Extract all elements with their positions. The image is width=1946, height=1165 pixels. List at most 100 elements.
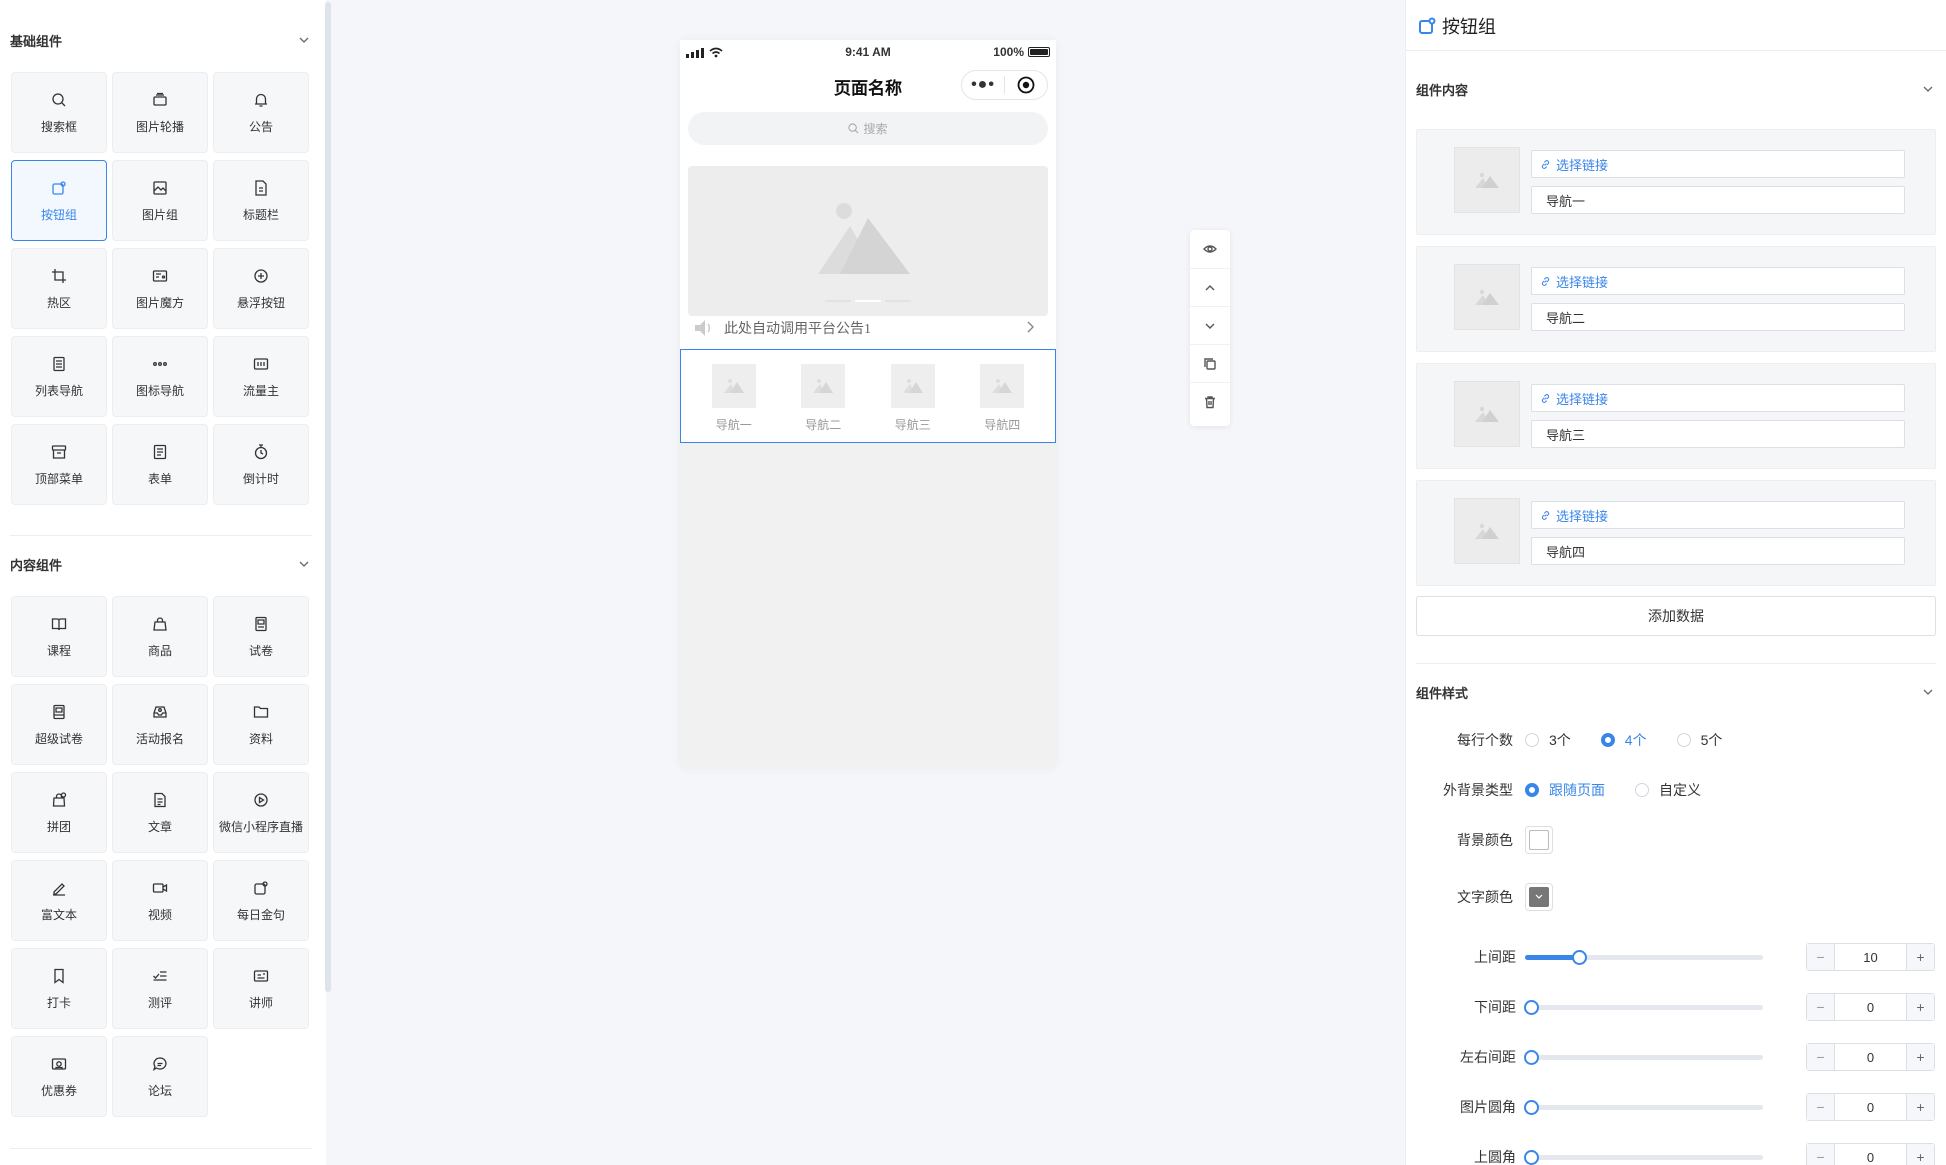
image-upload[interactable]	[1454, 264, 1520, 330]
component-tile[interactable]: 视频	[112, 860, 208, 941]
component-tile[interactable]: 试卷	[213, 596, 309, 677]
slider-handle[interactable]	[1524, 1000, 1539, 1015]
component-tile[interactable]: 打卡	[11, 948, 107, 1029]
preview-button[interactable]	[1190, 230, 1230, 268]
increase-button[interactable]: +	[1906, 1044, 1934, 1070]
style-section-header[interactable]: 组件样式	[1416, 677, 1934, 707]
select-link-button[interactable]: 选择链接	[1531, 150, 1905, 178]
nav-name-input[interactable]: 导航二	[1531, 303, 1905, 331]
decrease-button[interactable]: −	[1807, 1094, 1835, 1120]
radio-circle[interactable]	[1676, 733, 1691, 747]
component-tile[interactable]: 微信小程序直播	[213, 772, 309, 853]
radio-circle[interactable]	[1525, 733, 1539, 747]
slider[interactable]	[1525, 950, 1763, 965]
component-tile[interactable]: 拼团	[11, 772, 107, 853]
image-upload[interactable]	[1454, 381, 1520, 447]
image-upload[interactable]	[1454, 147, 1520, 213]
button-group-preview[interactable]: 导航一 导航二 导航三 导航四	[680, 349, 1056, 443]
mini-program-capsule[interactable]: •●•	[961, 70, 1048, 100]
slider[interactable]	[1524, 1000, 1763, 1015]
component-tile[interactable]: 图片组	[112, 160, 208, 241]
component-tile[interactable]: 搜索框	[11, 72, 107, 153]
component-tile[interactable]: 论坛	[112, 1036, 208, 1117]
basic-components-header[interactable]: 基础组件	[10, 25, 310, 55]
nav-item[interactable]: 导航四	[967, 364, 1037, 442]
component-tile[interactable]: 悬浮按钮	[213, 248, 309, 329]
component-tile[interactable]: 倒计时	[213, 424, 309, 505]
component-tile[interactable]: 公告	[213, 72, 309, 153]
slider-handle[interactable]	[1524, 1100, 1539, 1115]
nav-name-input[interactable]: 导航一	[1531, 186, 1905, 214]
content-section-header[interactable]: 组件内容	[1416, 74, 1934, 104]
component-tile[interactable]: 文章	[112, 772, 208, 853]
increase-button[interactable]: +	[1906, 1144, 1934, 1165]
component-tile[interactable]: 测评	[112, 948, 208, 1029]
component-tile[interactable]: 标题栏	[213, 160, 309, 241]
stepper-value[interactable]: 10	[1835, 950, 1906, 965]
select-link-button[interactable]: 选择链接	[1531, 384, 1905, 412]
component-tile[interactable]: 图片魔方	[112, 248, 208, 329]
component-tile[interactable]: 表单	[112, 424, 208, 505]
stepper-value[interactable]: 0	[1835, 1150, 1906, 1165]
select-link-button[interactable]: 选择链接	[1531, 501, 1905, 529]
slider[interactable]	[1524, 1100, 1763, 1115]
content-components-header[interactable]: 内容组件	[10, 549, 310, 579]
component-tile[interactable]: 商品	[112, 596, 208, 677]
more-dots-icon[interactable]: •●•	[962, 76, 1004, 94]
increase-button[interactable]: +	[1906, 944, 1934, 970]
component-tile[interactable]: 优惠券	[11, 1036, 107, 1117]
decrease-button[interactable]: −	[1807, 1144, 1835, 1165]
delete-button[interactable]	[1190, 382, 1230, 420]
nav-item[interactable]: 导航三	[878, 364, 948, 442]
text-color-picker[interactable]	[1525, 883, 1553, 911]
slider[interactable]	[1524, 1150, 1763, 1165]
component-tile[interactable]: 图标导航	[112, 336, 208, 417]
component-tile[interactable]: 按钮组	[11, 160, 107, 241]
per-row-radio[interactable]: 5个	[1676, 730, 1722, 750]
bg-color-picker[interactable]	[1525, 826, 1553, 854]
add-data-button[interactable]: 添加数据	[1416, 596, 1936, 636]
increase-button[interactable]: +	[1906, 1094, 1934, 1120]
component-tile[interactable]: 富文本	[11, 860, 107, 941]
component-tile[interactable]: 每日金句	[213, 860, 309, 941]
slider-handle[interactable]	[1524, 1050, 1539, 1065]
radio-circle[interactable]	[1600, 733, 1615, 747]
component-tile[interactable]: 讲师	[213, 948, 309, 1029]
search-bar-preview[interactable]: 搜索	[688, 112, 1048, 145]
component-tile[interactable]: 活动报名	[112, 684, 208, 765]
nav-name-input[interactable]: 导航三	[1531, 420, 1905, 448]
slider-handle[interactable]	[1524, 1150, 1539, 1165]
left-scrollbar[interactable]	[325, 2, 331, 992]
stepper-value[interactable]: 0	[1835, 1050, 1906, 1065]
component-tile[interactable]: 流量主	[213, 336, 309, 417]
nav-item[interactable]: 导航一	[699, 364, 769, 442]
radio-circle[interactable]	[1635, 783, 1649, 797]
component-tile[interactable]: 图片轮播	[112, 72, 208, 153]
per-row-radio[interactable]: 4个	[1600, 730, 1647, 750]
select-link-button[interactable]: 选择链接	[1531, 267, 1905, 295]
component-tile[interactable]: 超级试卷	[11, 684, 107, 765]
decrease-button[interactable]: −	[1807, 1044, 1835, 1070]
slider[interactable]	[1524, 1050, 1763, 1065]
move-down-button[interactable]	[1190, 306, 1230, 344]
bg-type-radio[interactable]: 自定义	[1635, 780, 1701, 800]
slider-handle[interactable]	[1572, 950, 1587, 965]
radio-circle[interactable]	[1525, 783, 1539, 797]
component-tile[interactable]: 课程	[11, 596, 107, 677]
copy-button[interactable]	[1190, 344, 1230, 382]
stepper-value[interactable]: 0	[1835, 1000, 1906, 1015]
component-tile[interactable]: 热区	[11, 248, 107, 329]
carousel-preview[interactable]	[688, 166, 1048, 316]
decrease-button[interactable]: −	[1807, 944, 1835, 970]
bg-type-radio[interactable]: 跟随页面	[1525, 780, 1605, 800]
nav-name-input[interactable]: 导航四	[1531, 537, 1905, 565]
increase-button[interactable]: +	[1906, 994, 1934, 1020]
per-row-radio[interactable]: 3个	[1525, 730, 1571, 750]
image-upload[interactable]	[1454, 498, 1520, 564]
move-up-button[interactable]	[1190, 268, 1230, 306]
decrease-button[interactable]: −	[1807, 994, 1835, 1020]
close-target-icon[interactable]	[1005, 76, 1047, 94]
nav-item[interactable]: 导航二	[788, 364, 858, 442]
component-tile[interactable]: 资料	[213, 684, 309, 765]
component-tile[interactable]: 顶部菜单	[11, 424, 107, 505]
